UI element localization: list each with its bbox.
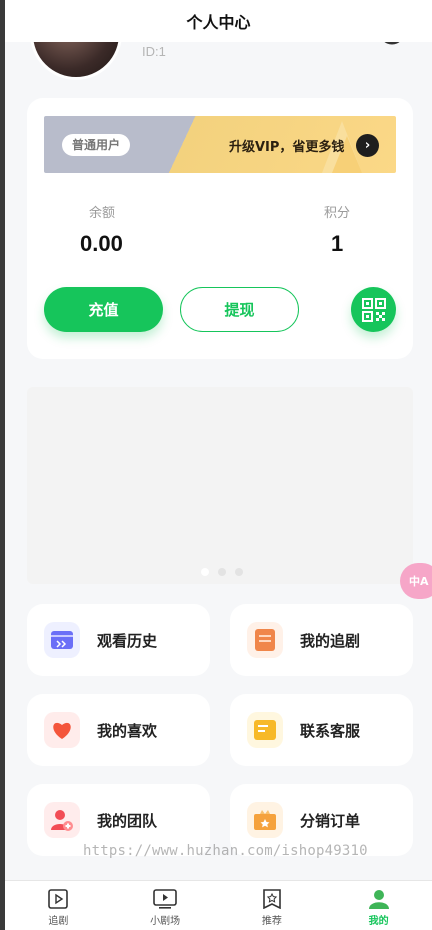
balance-value: 0.00 bbox=[80, 231, 123, 256]
withdraw-button[interactable]: 提现 bbox=[180, 287, 299, 332]
tab-label: 推荐 bbox=[261, 916, 282, 927]
menu-label: 分销订单 bbox=[300, 811, 361, 830]
vip-upgrade-banner[interactable]: 普通用户 升级VIP，省更多钱 › bbox=[44, 116, 396, 173]
menu-label: 我的追剧 bbox=[300, 631, 361, 650]
carousel-dot[interactable] bbox=[218, 568, 226, 576]
window-edge bbox=[0, 0, 5, 930]
customer-service-icon bbox=[247, 712, 283, 748]
tab-mine[interactable]: 我的 bbox=[325, 881, 432, 930]
bottom-tab-bar: 追剧 小剧场 推荐 我的 bbox=[5, 880, 432, 930]
tab-label: 我的 bbox=[368, 916, 389, 927]
points-value: 1 bbox=[331, 231, 344, 256]
balance-label: 余额 bbox=[89, 206, 116, 221]
team-icon bbox=[44, 802, 80, 838]
carousel-dot[interactable] bbox=[201, 568, 209, 576]
carousel-dots bbox=[201, 568, 243, 576]
user-icon bbox=[368, 890, 389, 909]
menu-label: 观看历史 bbox=[97, 631, 158, 650]
translate-button[interactable]: 中A bbox=[400, 563, 432, 599]
header: 个人中心 bbox=[5, 0, 432, 42]
points-label: 积分 bbox=[324, 206, 351, 221]
history-icon bbox=[44, 622, 80, 658]
follow-drama-icon bbox=[247, 622, 283, 658]
menu-customer-service[interactable]: 联系客服 bbox=[230, 694, 413, 766]
heart-icon bbox=[44, 712, 80, 748]
tab-mini-theater[interactable]: 小剧场 bbox=[112, 881, 219, 930]
menu-label: 我的团队 bbox=[97, 811, 158, 830]
vip-upgrade-text: 升级VIP，省更多钱 bbox=[229, 140, 345, 155]
menu-watch-history[interactable]: 观看历史 bbox=[27, 604, 210, 676]
menu-label: 我的喜欢 bbox=[97, 721, 158, 740]
qr-code-icon bbox=[361, 297, 386, 322]
user-id: ID:1 bbox=[142, 44, 166, 59]
tab-label: 小剧场 bbox=[150, 916, 181, 927]
watermark-text: https://www.huzhan.com/ishop49310 bbox=[83, 843, 368, 859]
balance-card: 普通用户 升级VIP，省更多钱 › 余额 0.00 积分 1 充值 提现 bbox=[27, 98, 413, 359]
tab-label: 追剧 bbox=[48, 916, 69, 927]
tab-drama[interactable]: 追剧 bbox=[5, 881, 112, 930]
page-title: 个人中心 bbox=[186, 13, 251, 32]
play-square-icon bbox=[48, 889, 69, 909]
qr-code-button[interactable] bbox=[351, 287, 396, 332]
tab-recommend[interactable]: 推荐 bbox=[219, 881, 326, 930]
star-bookmark-icon bbox=[263, 889, 281, 909]
menu-label: 联系客服 bbox=[300, 721, 361, 740]
chevron-right-icon[interactable]: › bbox=[356, 134, 379, 157]
user-level-tag: 普通用户 bbox=[62, 134, 131, 156]
order-icon bbox=[247, 802, 283, 838]
carousel-dot[interactable] bbox=[235, 568, 243, 576]
menu-my-likes[interactable]: 我的喜欢 bbox=[27, 694, 210, 766]
recharge-button[interactable]: 充值 bbox=[44, 287, 163, 332]
promo-banner-carousel[interactable] bbox=[27, 387, 413, 584]
tv-play-icon bbox=[153, 889, 177, 909]
menu-my-follows[interactable]: 我的追剧 bbox=[230, 604, 413, 676]
